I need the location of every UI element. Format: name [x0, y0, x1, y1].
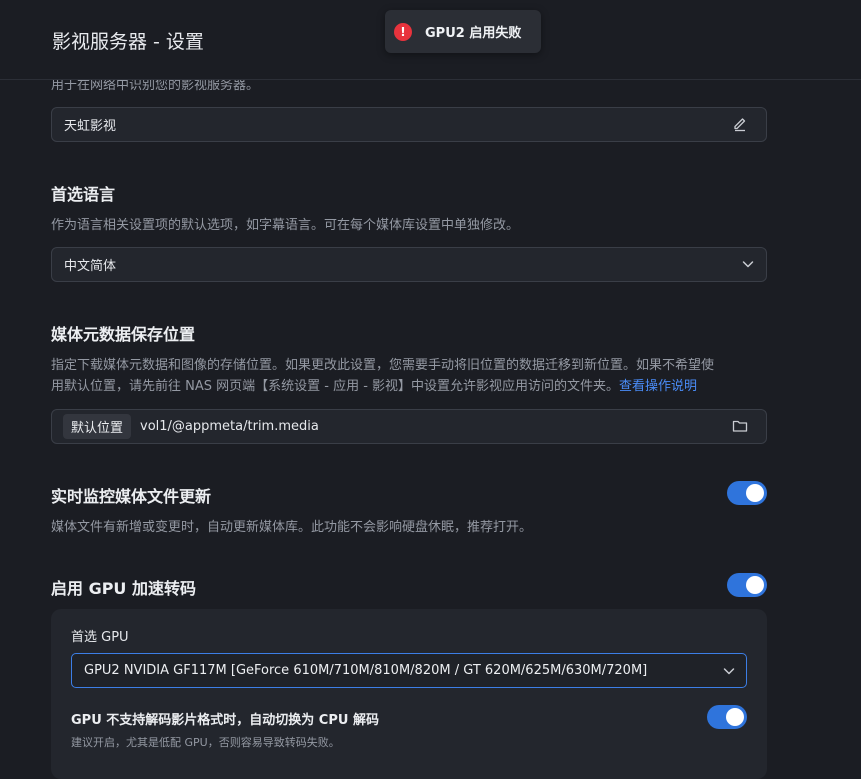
toggle-knob — [746, 484, 764, 502]
metadata-description-line1: 指定下载媒体元数据和图像的存储位置。如果更改此设置，您需要手动将旧位置的数据迁移… — [51, 358, 715, 373]
language-title: 首选语言 — [51, 185, 116, 204]
gpu-toggle[interactable] — [727, 573, 767, 597]
metadata-path-field[interactable]: 默认位置 vol1/@appmeta/trim.media — [51, 409, 767, 444]
default-location-tag: 默认位置 — [63, 414, 132, 439]
settings-content: 用于在网络中识别您的影视服务器。 天虹影视 首选语言 作为语言相关设置项的默认选… — [0, 0, 861, 779]
error-icon: ! — [394, 22, 412, 41]
language-description: 作为语言相关设置项的默认选项，如字幕语言。可在每个媒体库设置中单独修改。 — [51, 218, 520, 233]
realtime-monitor-title: 实时监控媒体文件更新 — [51, 487, 212, 506]
language-selected-value: 中文简体 — [64, 259, 117, 274]
server-name-value[interactable]: 天虹影视 — [64, 115, 116, 134]
toast-message: GPU2 启用失败 — [425, 26, 522, 41]
edit-icon[interactable] — [732, 116, 748, 132]
toggle-knob — [726, 708, 744, 726]
cpu-fallback-toggle[interactable] — [707, 705, 747, 729]
chevron-down-icon — [721, 663, 737, 679]
metadata-location-title: 媒体元数据保存位置 — [51, 325, 196, 344]
gpu-title: 启用 GPU 加速转码 — [51, 579, 196, 598]
language-select[interactable]: 中文简体 — [51, 247, 767, 282]
view-instructions-link[interactable]: 查看操作说明 — [619, 379, 697, 394]
error-toast: ! GPU2 启用失败 — [385, 10, 541, 53]
cpu-fallback-title: GPU 不支持解码影片格式时，自动切换为 CPU 解码 — [71, 713, 379, 728]
preferred-gpu-select[interactable]: GPU2 NVIDIA GF117M [GeForce 610M/710M/81… — [71, 653, 747, 688]
page-title: 影视服务器 - 设置 — [52, 31, 204, 53]
preferred-gpu-label: 首选 GPU — [71, 630, 129, 645]
folder-icon[interactable] — [732, 418, 748, 434]
toggle-knob — [746, 576, 764, 594]
metadata-description-line2-text: 用默认位置，请先前往 NAS 网页端【系统设置 - 应用 - 影视】中设置允许影… — [51, 379, 620, 394]
realtime-monitor-description: 媒体文件有新增或变更时，自动更新媒体库。此功能不会影响硬盘休眠，推荐打开。 — [51, 520, 533, 535]
metadata-description-line2: 用默认位置，请先前往 NAS 网页端【系统设置 - 应用 - 影视】中设置允许影… — [51, 376, 771, 397]
chevron-down-icon — [740, 256, 756, 272]
metadata-location-description: 指定下载媒体元数据和图像的存储位置。如果更改此设置，您需要手动将旧位置的数据迁移… — [51, 355, 771, 397]
preferred-gpu-value: GPU2 NVIDIA GF117M [GeForce 610M/710M/81… — [84, 663, 648, 678]
gpu-settings-panel: 首选 GPU GPU2 NVIDIA GF117M [GeForce 610M/… — [51, 609, 767, 779]
metadata-path-value: vol1/@appmeta/trim.media — [140, 419, 319, 434]
cpu-fallback-description: 建议开启，尤其是低配 GPU，否则容易导致转码失败。 — [71, 736, 340, 749]
server-name-field[interactable]: 天虹影视 — [51, 107, 767, 142]
realtime-monitor-toggle[interactable] — [727, 481, 767, 505]
